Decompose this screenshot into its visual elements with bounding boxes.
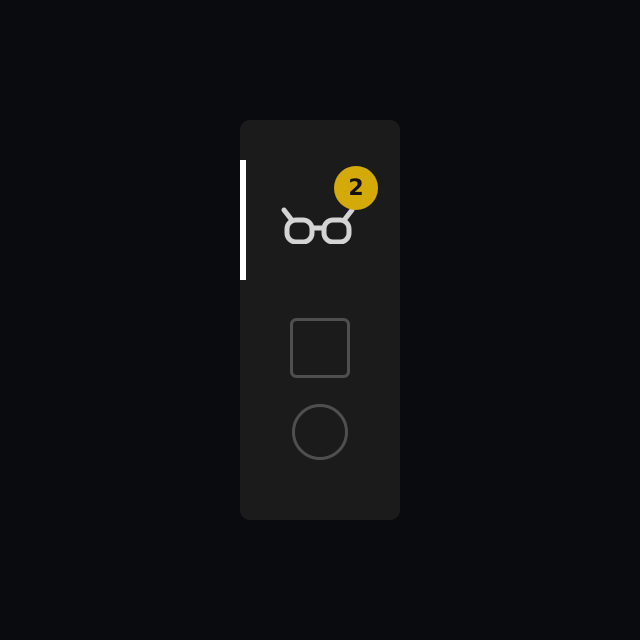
- glasses-icon: [281, 207, 355, 244]
- nav-item-square[interactable]: [290, 318, 350, 378]
- active-indicator: [240, 160, 246, 280]
- square-icon: [290, 318, 350, 378]
- notification-badge: 2: [334, 166, 378, 210]
- nav-item-circle[interactable]: [290, 402, 350, 462]
- circle-icon: [292, 404, 348, 460]
- side-nav-panel: 2: [240, 120, 400, 520]
